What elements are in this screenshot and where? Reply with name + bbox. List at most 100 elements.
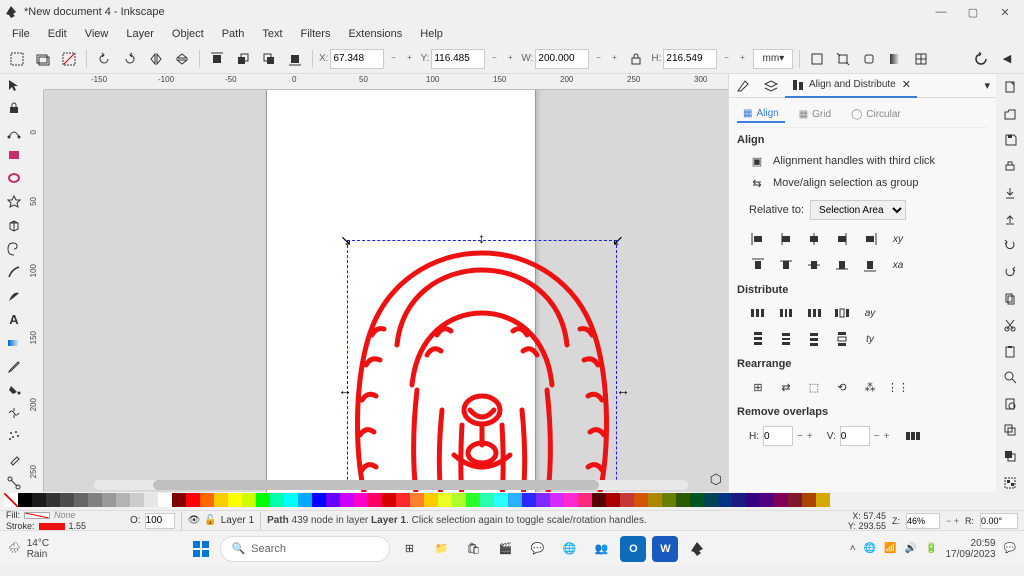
swatch[interactable] [452,493,466,507]
minimize-button[interactable]: — [934,5,948,19]
tray-lang[interactable]: 🌐 [864,543,876,554]
swatch[interactable] [522,493,536,507]
collapse-icon[interactable]: ◀ [996,48,1018,70]
w-input[interactable] [535,49,589,69]
option-thirdclick[interactable]: ▣ Alignment handles with third click [737,150,988,172]
node-tool-icon[interactable] [4,123,24,140]
swatch[interactable] [396,493,410,507]
handle-n[interactable]: ↕ [478,230,488,240]
word-icon[interactable]: W [652,536,678,562]
swatch[interactable] [718,493,732,507]
dist-center-h[interactable] [777,304,795,322]
y-spinner-plus[interactable]: + [503,49,517,69]
opacity-input[interactable] [145,513,175,529]
tray-chevron-icon[interactable]: ˄ [850,543,856,554]
menu-filters[interactable]: Filters [293,26,339,42]
layer-indicator[interactable]: 👁 🔓 Layer 1 [188,515,255,526]
swatch[interactable] [144,493,158,507]
swatch[interactable] [760,493,774,507]
tray-volume-icon[interactable]: 🔊 [905,543,917,554]
dist-bottom[interactable] [805,330,823,348]
swatch[interactable] [578,493,592,507]
overlap-h-input[interactable] [763,426,793,446]
align-bottom-edge[interactable] [861,256,879,274]
subtab-grid[interactable]: ▦ Grid [793,106,837,123]
swatch[interactable] [270,493,284,507]
y-spinner[interactable]: − [487,49,501,69]
align-top-edge[interactable] [749,256,767,274]
menu-text[interactable]: Text [254,26,290,42]
rotate-ccw-icon[interactable] [93,48,115,70]
task-view-icon[interactable]: ⊞ [396,536,422,562]
handle-e[interactable]: ↔ [616,382,626,392]
zoom-input[interactable] [906,513,940,529]
swatch[interactable] [242,493,256,507]
swatch[interactable] [732,493,746,507]
selector-tool-icon[interactable] [4,76,24,93]
rearrange-random[interactable]: ⁂ [861,378,879,396]
store-icon[interactable]: 🛍 [460,536,486,562]
relative-select[interactable]: Selection Area [810,200,906,220]
transform-pattern-icon[interactable] [910,48,932,70]
swatch[interactable] [32,493,46,507]
paste-icon[interactable] [1000,342,1020,360]
overlap-v-plus[interactable]: + [884,431,890,442]
fill-swatch[interactable] [24,512,50,519]
x-input[interactable] [330,49,384,69]
chat-icon[interactable]: 💬 [524,536,550,562]
swatch[interactable] [46,493,60,507]
swatch[interactable] [704,493,718,507]
dist-left[interactable] [749,304,767,322]
dist-top[interactable] [749,330,767,348]
start-button[interactable] [188,536,214,562]
teams-icon[interactable]: 👥 [588,536,614,562]
swatch[interactable] [746,493,760,507]
rearrange-graph[interactable]: ⊞ [749,378,767,396]
rect-tool-icon[interactable] [4,146,24,163]
star-tool-icon[interactable] [4,193,24,210]
swatch[interactable] [620,493,634,507]
swatch[interactable] [550,493,564,507]
w-spinner-plus[interactable]: + [607,49,621,69]
duplicate-icon[interactable] [1000,421,1020,439]
swatch[interactable] [200,493,214,507]
undo-history-icon[interactable] [970,48,992,70]
dist-gaps-h[interactable] [833,304,851,322]
clone-icon[interactable] [1000,447,1020,465]
rearrange-unclump[interactable]: ⋮⋮ [889,378,907,396]
layer-lock-icon[interactable]: 🔓 [204,515,216,526]
align-center-h[interactable] [805,230,823,248]
eraser-tool-icon[interactable] [4,451,24,468]
save-icon[interactable] [1000,131,1020,149]
tray-wifi-icon[interactable]: 📶 [884,543,896,554]
cut-icon[interactable] [1000,315,1020,333]
text-tool-icon[interactable]: A [4,310,24,327]
canvas[interactable]: ↘ ↕ ↙ ↔ ↔ ⬡ [44,90,728,492]
swatch[interactable] [354,493,368,507]
swatch[interactable] [410,493,424,507]
tweak-tool-icon[interactable] [4,404,24,421]
tab-layers[interactable] [757,74,785,98]
pencil-tool-icon[interactable] [4,264,24,281]
swatch[interactable] [508,493,522,507]
menu-file[interactable]: File [4,26,38,42]
overlap-h-minus[interactable]: − [797,431,803,442]
ellipse-tool-icon[interactable] [4,170,24,187]
align-bottom[interactable] [833,256,851,274]
swatch[interactable] [60,493,74,507]
menu-help[interactable]: Help [412,26,451,42]
swatch[interactable] [536,493,550,507]
y-input[interactable] [431,49,485,69]
select-all-icon[interactable] [6,48,28,70]
taskbar-search[interactable]: 🔍Search [220,536,390,562]
menu-layer[interactable]: Layer [118,26,162,42]
menu-object[interactable]: Object [164,26,212,42]
overlap-v-input[interactable] [840,426,870,446]
lower-bottom-icon[interactable] [284,48,306,70]
swatch[interactable] [116,493,130,507]
panel-menu-icon[interactable]: ▾ [978,74,996,98]
swatch[interactable] [634,493,648,507]
swatch[interactable] [564,493,578,507]
swatch[interactable] [214,493,228,507]
tab-fill-stroke[interactable] [729,74,757,98]
